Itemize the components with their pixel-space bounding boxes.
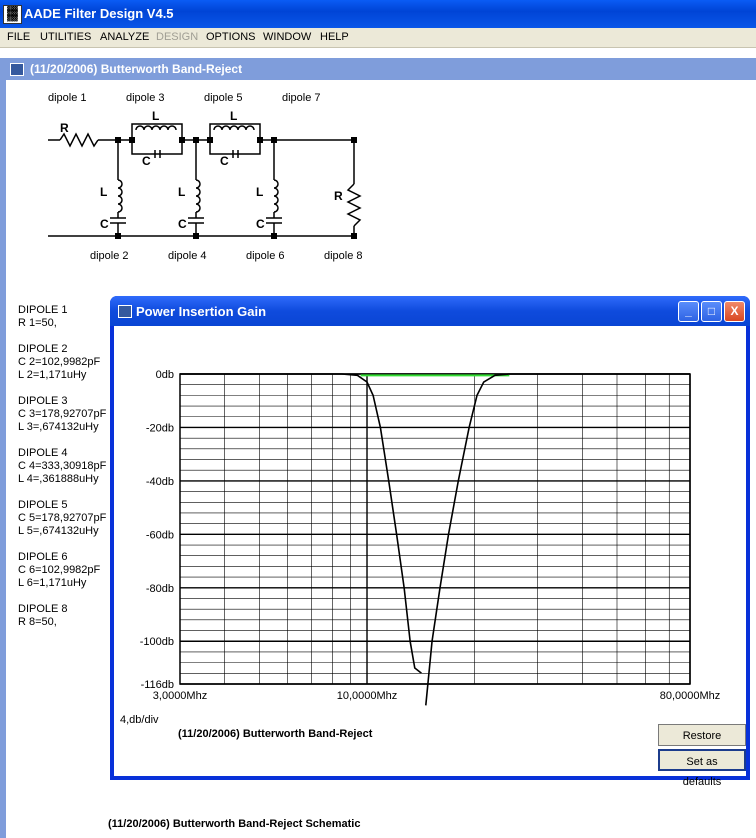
restore-defaults-button[interactable]: Restore defaults bbox=[658, 724, 746, 762]
filter-schematic: R L C L C L C L C L C R bbox=[48, 109, 362, 239]
plot-caption: (11/20/2006) Butterworth Band-Reject bbox=[178, 728, 373, 740]
y-tick-label: -20db bbox=[146, 422, 174, 434]
inductor-symbol-label: L bbox=[230, 109, 237, 123]
y-tick-label: 0db bbox=[156, 369, 174, 381]
capacitor-symbol-label: C bbox=[100, 217, 109, 231]
capacitor-symbol-label: C bbox=[256, 217, 265, 231]
capacitor-symbol-label: C bbox=[220, 154, 229, 168]
plot-frame bbox=[179, 373, 691, 685]
x-tick-label: 10,0000Mhz bbox=[337, 690, 398, 702]
gain-chart[interactable]: 0db-20db-40db-60db-80db-100db-116db3,000… bbox=[114, 326, 746, 776]
component-dipole-6: DIPOLE 6 C 6=102,9982pF L 6=1,171uHy bbox=[18, 551, 101, 589]
inductor-symbol-label: L bbox=[152, 109, 159, 123]
x-tick-label: 80,0000Mhz bbox=[660, 690, 721, 702]
resistor-symbol-label: R bbox=[60, 121, 69, 135]
component-dipole-1: DIPOLE 1 R 1=50, bbox=[18, 304, 68, 329]
minimize-button[interactable]: _ bbox=[678, 301, 699, 322]
capacitor-symbol-label: C bbox=[178, 217, 187, 231]
inductor-symbol-label: L bbox=[178, 185, 185, 199]
schematic-caption: (11/20/2006) Butterworth Band-Reject Sch… bbox=[108, 818, 361, 830]
y-tick-label: -60db bbox=[146, 529, 174, 541]
gain-curve bbox=[424, 373, 690, 706]
power-insertion-gain-window[interactable]: Power Insertion Gain _ □ X 0db -20db -40db… bbox=[110, 296, 750, 788]
plot-area: 0db -20db -40db -60db -80db -100db -116db 3,000… bbox=[114, 326, 746, 788]
close-button[interactable]: X bbox=[724, 301, 745, 322]
x-tick-label: 3,0000Mhz bbox=[153, 690, 207, 702]
component-dipole-2: DIPOLE 2 C 2=102,9982pF L 2=1,171uHy bbox=[18, 343, 101, 381]
component-dipole-5: DIPOLE 5 C 5=178,92707pF L 5=,674132uHy bbox=[18, 499, 107, 537]
component-dipole-8: DIPOLE 8 R 8=50, bbox=[18, 603, 68, 628]
window-icon[interactable] bbox=[118, 305, 132, 318]
inductor-symbol-label: L bbox=[256, 185, 263, 199]
capacitor-symbol-label: C bbox=[142, 154, 151, 168]
y-tick-label: -40db bbox=[146, 476, 174, 488]
inductor-symbol-label: L bbox=[100, 185, 107, 199]
y-tick-label: -80db bbox=[146, 583, 174, 595]
component-dipole-4: DIPOLE 4 C 4=333,30918pF L 4=,361888uHy bbox=[18, 447, 107, 485]
popup-title-bar[interactable]: Power Insertion Gain _ □ X bbox=[110, 296, 750, 326]
resistor-symbol-label: R bbox=[334, 189, 343, 203]
popup-title: Power Insertion Gain bbox=[136, 304, 267, 319]
y-tick-label: -100db bbox=[140, 636, 174, 648]
component-dipole-3: DIPOLE 3 C 3=178,92707pF L 3=,674132uHy bbox=[18, 395, 107, 433]
maximize-button[interactable]: □ bbox=[701, 301, 722, 322]
scale-label: 4,db/div bbox=[120, 714, 159, 726]
set-as-defaults-button[interactable]: Set as defaults bbox=[658, 749, 746, 788]
